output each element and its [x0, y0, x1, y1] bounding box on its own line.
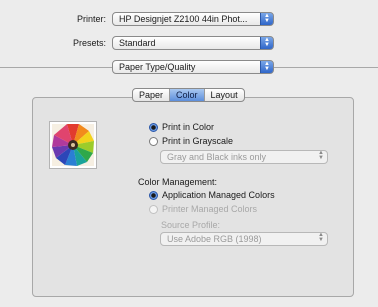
updown-arrows-icon: ▲ ▼ — [318, 150, 324, 161]
source-profile-label: Source Profile: — [161, 220, 221, 230]
source-profile-select[interactable]: Use Adobe RGB (1998) ▲ ▼ — [160, 232, 328, 246]
print-in-color-radio[interactable]: Print in Color — [149, 122, 214, 132]
presets-select-value: Standard — [119, 38, 156, 48]
panel-select-value: Paper Type/Quality — [119, 62, 196, 72]
application-managed-colors-radio[interactable]: Application Managed Colors — [149, 190, 275, 200]
color-pencils-image — [49, 121, 97, 169]
updown-arrows-icon: ▲ ▼ — [260, 37, 273, 49]
print-in-grayscale-label: Print in Grayscale — [162, 136, 234, 146]
source-profile-select-value: Use Adobe RGB (1998) — [167, 234, 262, 244]
tab-color[interactable]: Color — [170, 89, 205, 101]
radio-disabled-icon — [149, 204, 158, 214]
presets-select[interactable]: Standard ▲ ▼ — [112, 36, 274, 50]
color-management-heading: Color Management: — [138, 177, 218, 187]
panel-select[interactable]: Paper Type/Quality ▲ ▼ — [112, 60, 274, 74]
presets-label: Presets: — [72, 38, 106, 48]
tab-bar: Paper Color Layout — [132, 88, 245, 102]
tab-paper[interactable]: Paper — [133, 89, 171, 101]
grayscale-select-value: Gray and Black inks only — [167, 152, 267, 162]
print-in-grayscale-radio[interactable]: Print in Grayscale — [149, 136, 233, 146]
printer-select-value: HP Designjet Z2100 44in Phot... — [119, 14, 248, 24]
color-pencils-icon — [52, 124, 94, 166]
updown-arrows-icon: ▲ ▼ — [260, 61, 273, 73]
radio-selected-icon — [149, 190, 158, 200]
printer-managed-colors-radio[interactable]: Printer Managed Colors — [149, 204, 257, 214]
print-in-color-label: Print in Color — [162, 122, 215, 132]
tab-layout[interactable]: Layout — [205, 89, 244, 101]
application-managed-colors-label: Application Managed Colors — [162, 190, 275, 200]
printer-label: Printer: — [76, 14, 106, 24]
radio-selected-icon — [149, 122, 158, 132]
grayscale-select[interactable]: Gray and Black inks only ▲ ▼ — [160, 150, 328, 164]
printer-select[interactable]: HP Designjet Z2100 44in Phot... ▲ ▼ — [112, 12, 274, 26]
updown-arrows-icon: ▲ ▼ — [318, 232, 324, 243]
printer-managed-colors-label: Printer Managed Colors — [162, 204, 258, 214]
updown-arrows-icon: ▲ ▼ — [260, 13, 273, 25]
radio-unselected-icon — [149, 136, 158, 146]
